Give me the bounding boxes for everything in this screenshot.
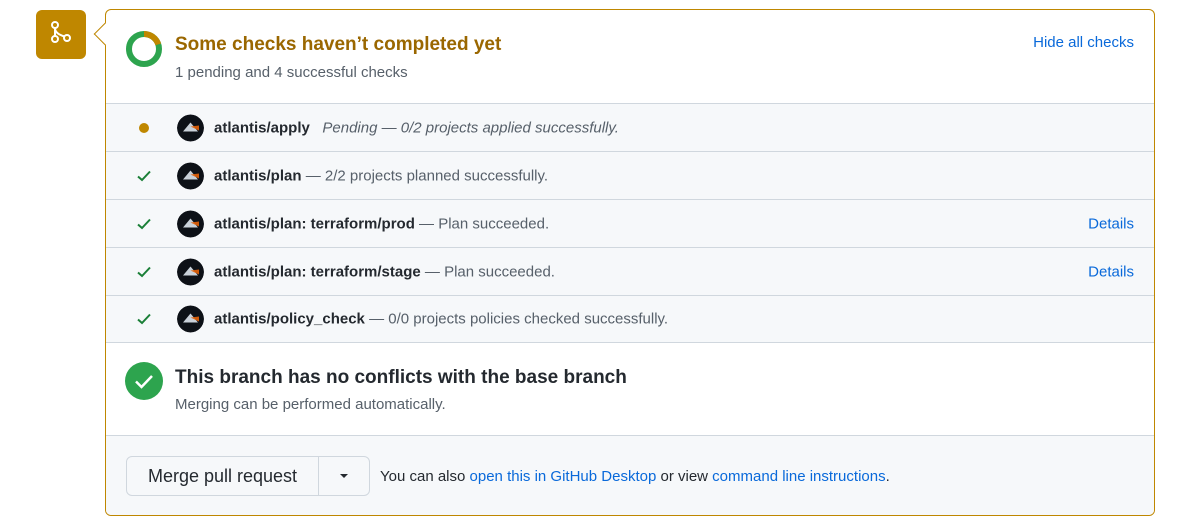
merge-footer-text: You can also open this in GitHub Desktop… xyxy=(380,468,890,485)
check-row: atlantis/plan — 2/2 projects planned suc… xyxy=(106,151,1154,199)
check-row: atlantis/plan: terraform/stage — Plan su… xyxy=(106,247,1154,295)
check-description: 0/0 projects policies checked successful… xyxy=(388,310,669,328)
details-link[interactable]: Details xyxy=(1088,263,1134,280)
merge-status-subtitle: Merging can be performed automatically. xyxy=(175,396,446,413)
check-circle-fill-icon xyxy=(125,362,163,400)
check-icon xyxy=(134,214,154,234)
merge-button-group: Merge pull request xyxy=(126,456,370,496)
check-name: atlantis/plan xyxy=(214,167,302,184)
check-description: Plan succeeded. xyxy=(444,263,555,280)
check-description: Pending — 0/2 projects applied successfu… xyxy=(322,119,619,136)
merge-status-badge xyxy=(36,10,86,59)
check-description: 2/2 projects planned successfully. xyxy=(324,167,549,184)
merge-pull-request-button[interactable]: Merge pull request xyxy=(127,457,319,495)
hide-all-checks-link[interactable]: Hide all checks xyxy=(1033,34,1134,51)
checks-header: Some checks haven’t completed yet 1 pend… xyxy=(106,10,1154,103)
pending-dot-icon xyxy=(134,118,154,138)
check-name: atlantis/plan: terraform/stage xyxy=(214,263,421,280)
check-icon xyxy=(134,262,154,282)
checks-subtitle: 1 pending and 4 successful checks xyxy=(175,64,408,81)
check-row: atlantis/policy_check — 0/0 projects pol… xyxy=(106,295,1154,343)
merge-footer: Merge pull request You can also open thi… xyxy=(106,435,1154,515)
check-description: Plan succeeded. xyxy=(438,215,550,232)
checks-title: Some checks haven’t completed yet xyxy=(175,34,502,55)
check-row: atlantis/plan: terraform/prod — Plan suc… xyxy=(106,199,1154,247)
merge-status-title: This branch has no conflicts with the ba… xyxy=(175,367,627,388)
atlantis-avatar xyxy=(177,210,204,237)
open-in-desktop-link[interactable]: open this in GitHub Desktop xyxy=(470,468,657,485)
command-line-instructions-link[interactable]: command line instructions xyxy=(712,468,885,485)
merge-box: Some checks haven’t completed yet 1 pend… xyxy=(105,9,1155,516)
check-name: atlantis/policy_check xyxy=(214,310,365,328)
check-name: atlantis/plan: terraform/prod xyxy=(214,215,415,232)
progress-ring-icon xyxy=(125,30,163,68)
check-list: atlantis/apply Pending — 0/2 projects ap… xyxy=(106,103,1154,343)
merge-method-dropdown-button[interactable] xyxy=(319,457,369,495)
atlantis-avatar xyxy=(177,258,204,285)
triangle-down-icon xyxy=(338,467,350,485)
check-row: atlantis/apply Pending — 0/2 projects ap… xyxy=(106,103,1154,151)
atlantis-avatar xyxy=(177,114,204,141)
check-name: atlantis/apply xyxy=(214,119,310,136)
atlantis-avatar xyxy=(177,305,204,333)
check-icon xyxy=(134,309,154,329)
details-link[interactable]: Details xyxy=(1088,215,1134,232)
check-icon xyxy=(134,166,154,186)
atlantis-avatar xyxy=(177,162,204,189)
merge-status-section: This branch has no conflicts with the ba… xyxy=(106,341,1154,435)
git-merge-icon xyxy=(48,19,74,50)
